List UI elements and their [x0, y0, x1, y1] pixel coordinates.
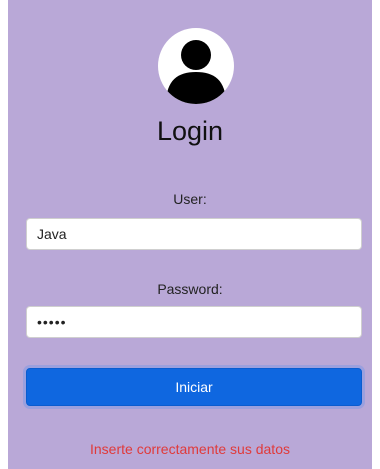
user-label: User: [173, 191, 207, 207]
password-input[interactable] [26, 306, 362, 338]
login-title: Login [156, 116, 224, 146]
user-avatar-icon [158, 28, 234, 104]
iniciar-button[interactable]: Iniciar [26, 368, 362, 406]
user-input[interactable] [26, 218, 362, 250]
login-panel: Login User: Password: Iniciar Inserte co… [8, 0, 372, 469]
password-label: Password: [157, 281, 223, 297]
error-message: Inserte correctamente sus datos [90, 441, 290, 457]
